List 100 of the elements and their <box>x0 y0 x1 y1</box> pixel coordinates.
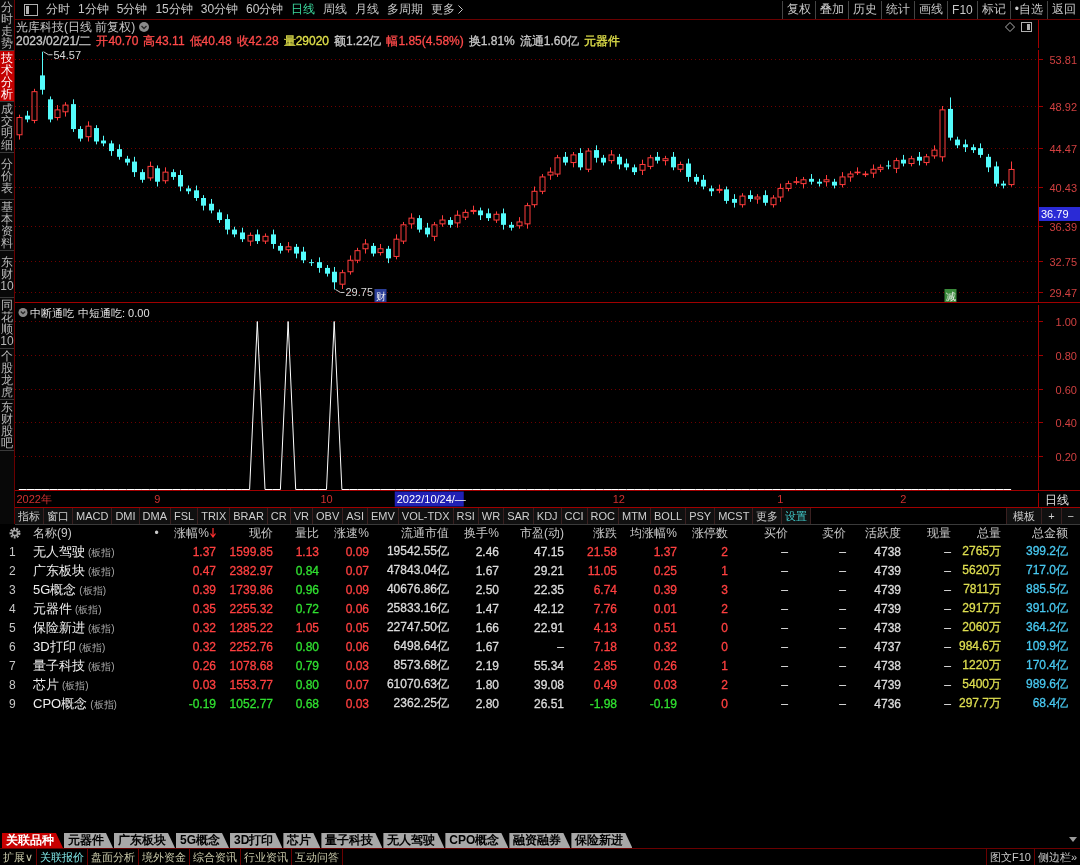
sidebar-tab[interactable]: 技术分析 <box>0 51 14 102</box>
toolbar-button[interactable]: •自选 <box>1009 0 1047 19</box>
indicator-tab[interactable]: ASI <box>343 508 368 524</box>
toolbar-button[interactable]: 统计 <box>881 0 915 19</box>
indicator-tab[interactable]: 更多 <box>753 508 783 524</box>
event-marker[interactable]: 财 <box>374 289 387 302</box>
indicator-tab[interactable]: FSL <box>171 508 199 524</box>
status-tab[interactable]: 境外资金 <box>139 849 191 865</box>
caret-icon[interactable] <box>1069 837 1077 842</box>
dropdown-icon[interactable] <box>139 22 150 32</box>
settings-icon[interactable] <box>9 527 21 539</box>
indicator-tab[interactable]: ROC <box>587 508 619 524</box>
indicator-tool-button[interactable]: − <box>1060 508 1080 524</box>
indicator-tab[interactable]: 指标 <box>15 508 44 524</box>
indicator-tab[interactable]: KDJ <box>533 508 562 524</box>
panel-icon[interactable] <box>1021 22 1032 32</box>
indicator-tab[interactable]: SAR <box>504 508 534 524</box>
toolbar-button[interactable]: 画线 <box>914 0 948 19</box>
status-tab[interactable]: 盘面分析 <box>88 849 140 865</box>
indicator-tab[interactable]: PSY <box>686 508 716 524</box>
panel-icon[interactable] <box>24 3 38 16</box>
status-button[interactable]: 侧边栏» <box>1033 849 1080 865</box>
sector-name[interactable]: 保险新进 <box>33 618 85 637</box>
sidebar-tab[interactable]: 个股龙虎 <box>0 349 14 400</box>
period-tab[interactable]: 周线 <box>320 0 351 19</box>
toolbar-button[interactable]: 历史 <box>848 0 882 19</box>
indicator-tab[interactable]: MACD <box>73 508 113 524</box>
status-button[interactable]: 图文F10 <box>985 849 1034 865</box>
sector-name[interactable]: CPO概念 <box>33 694 88 713</box>
indicator-tab[interactable]: CCI <box>561 508 588 524</box>
indicator-tab[interactable]: BOLL <box>651 508 687 524</box>
column-header[interactable]: 涨跌 <box>564 524 617 542</box>
column-header[interactable]: 名称(9) <box>28 524 143 542</box>
column-header[interactable]: 涨幅% <box>170 524 216 542</box>
indicator-tab[interactable]: VR <box>290 508 313 524</box>
column-header[interactable]: • <box>143 526 170 540</box>
period-tab[interactable]: 月线 <box>352 0 383 19</box>
sector-tab[interactable]: 元器件 <box>64 833 113 848</box>
sector-name[interactable]: 3D打印 <box>33 637 76 656</box>
sector-name[interactable]: 量子科技 <box>33 656 85 675</box>
sector-tab[interactable]: 无人驾驶 <box>383 833 445 848</box>
toolbar-button[interactable]: 复权 <box>782 0 816 19</box>
column-header[interactable]: 流通市值 <box>369 524 449 542</box>
period-tab[interactable]: 5分钟 <box>113 0 151 19</box>
status-tab[interactable]: 综合资讯 <box>190 849 242 865</box>
indicator-tab[interactable]: RSI <box>453 508 479 524</box>
sector-tab[interactable]: 芯片 <box>283 833 321 848</box>
toolbar-button[interactable]: 返回 <box>1047 0 1080 19</box>
sector-tab[interactable]: 量子科技 <box>321 833 383 848</box>
column-header[interactable]: 现价 <box>216 524 273 542</box>
dropdown-icon[interactable] <box>18 308 28 317</box>
sector-name[interactable]: 芯片 <box>33 675 59 694</box>
column-header[interactable]: 活跃度 <box>846 524 901 542</box>
sector-tab[interactable]: 5G概念 <box>176 833 229 848</box>
sector-tab[interactable]: 3D打印 <box>230 833 283 848</box>
indicator-tool-button[interactable]: 模板 <box>1006 508 1042 524</box>
indicator-tab[interactable]: MCST <box>715 508 754 524</box>
indicator-tab[interactable]: WR <box>478 508 505 524</box>
column-header[interactable]: 涨速% <box>319 524 369 542</box>
indicator-tab[interactable]: TRIX <box>198 508 231 524</box>
sidebar-tab[interactable]: 分价表 <box>0 153 14 200</box>
period-tab[interactable]: 30分钟 <box>197 0 242 19</box>
indicator-tab[interactable]: BRAR <box>230 508 268 524</box>
sector-name[interactable]: 5G概念 <box>33 580 77 599</box>
sector-tab[interactable]: 保险新进 <box>571 833 633 848</box>
indicator-tab[interactable]: DMI <box>112 508 140 524</box>
period-tab[interactable]: 分时 <box>43 0 73 19</box>
period-tab[interactable]: 60分钟 <box>243 0 287 19</box>
sector-tab[interactable]: 融资融券 <box>509 833 571 848</box>
indicator-tab[interactable]: MTM <box>619 508 652 524</box>
indicator-tab[interactable]: 窗口 <box>44 508 73 524</box>
sector-name[interactable]: 无人驾驶 <box>33 542 85 561</box>
indicator-tab[interactable]: DMA <box>139 508 171 524</box>
sector-name[interactable]: 元器件 <box>33 599 72 618</box>
status-tab[interactable]: 行业资讯 <box>241 849 293 865</box>
column-header[interactable]: 总金额 <box>1001 524 1068 542</box>
column-header[interactable]: 卖价 <box>788 524 846 542</box>
indicator-tab[interactable]: CR <box>267 508 291 524</box>
toolbar-button[interactable]: F10 <box>947 0 977 19</box>
column-header[interactable]: 均涨幅% <box>617 524 677 542</box>
period-tab[interactable]: 日线 <box>288 0 319 19</box>
sidebar-tab[interactable]: 东财股吧 <box>0 400 14 451</box>
sector-tab[interactable]: CPO概念 <box>445 833 509 848</box>
sidebar-tab[interactable]: 基本资料 <box>0 200 14 251</box>
column-header[interactable]: 现量 <box>901 524 951 542</box>
event-marker[interactable]: 减 <box>944 289 957 302</box>
toolbar-button[interactable]: 标记 <box>976 0 1010 19</box>
column-header[interactable]: 换手% <box>449 524 499 542</box>
status-tab[interactable]: 互动问答 <box>292 849 344 865</box>
sector-name[interactable]: 广东板块 <box>33 561 85 580</box>
column-header[interactable]: 量比 <box>273 524 319 542</box>
sector-tab[interactable]: 广东板块 <box>114 833 175 848</box>
column-header[interactable]: 买价 <box>728 524 788 542</box>
period-tab[interactable]: 1分钟 <box>75 0 112 19</box>
column-header[interactable]: 市盈(动) <box>499 524 564 542</box>
indicator-tab[interactable]: OBV <box>313 508 344 524</box>
sidebar-tab[interactable]: 东财10 <box>0 251 14 298</box>
sector-tab[interactable]: 关联品种 <box>2 833 63 848</box>
settings-link[interactable]: 设置 <box>782 508 812 524</box>
period-tab[interactable]: 15分钟 <box>152 0 196 19</box>
